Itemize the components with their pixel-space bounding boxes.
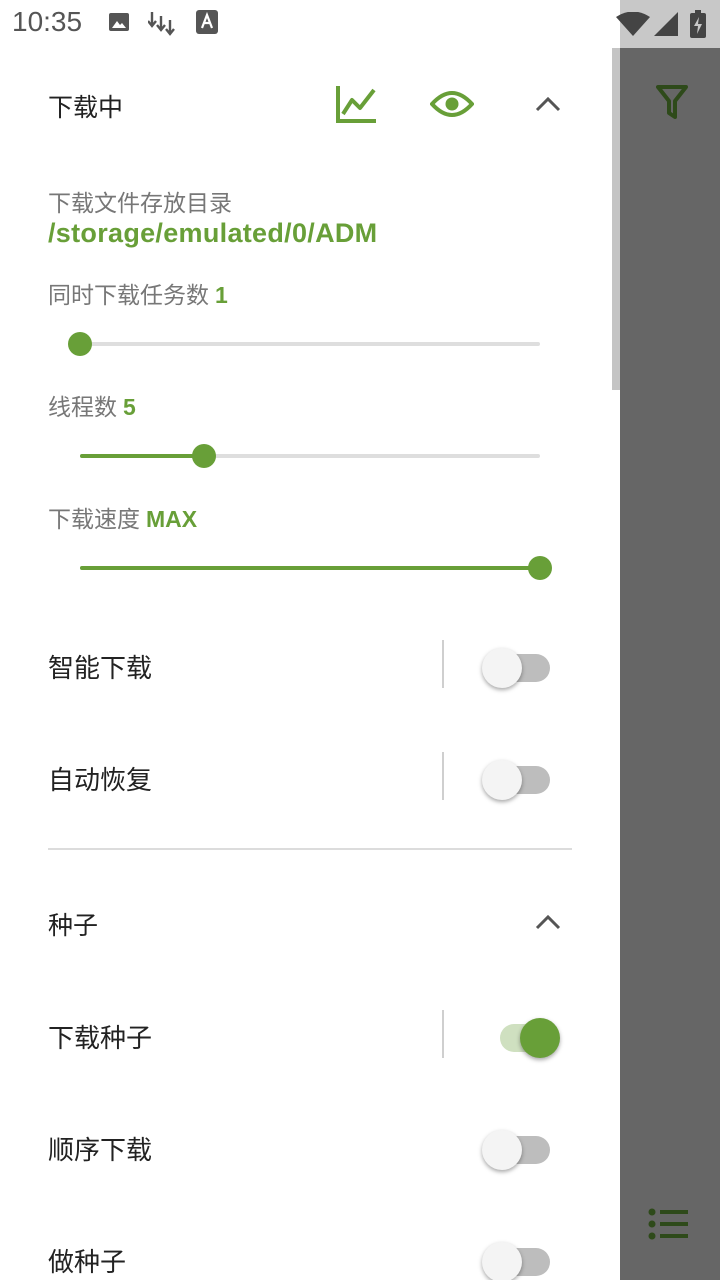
wifi-icon [616,12,650,36]
settings-drawer: 下载中 下载文件存放目录 /storage/emulated/0/ADM 同时下… [0,48,620,1280]
status-bar: 10:35 [0,0,720,48]
sequential-download-switch[interactable] [482,1124,552,1170]
slider-fill [80,566,540,570]
battery-icon [690,10,706,38]
threads-text: 线程数 [48,395,117,421]
chart-icon[interactable] [335,84,377,124]
speed-text: 下载速度 [48,507,140,533]
slider-thumb[interactable] [68,332,92,356]
section-title-torrent: 种子 [48,911,99,940]
seeding-switch[interactable] [482,1236,552,1280]
switch-thumb [520,1018,560,1058]
list-icon[interactable] [648,1208,688,1240]
section-title-downloading: 下载中 [48,93,124,122]
threads-label: 线程数 5 [48,388,136,422]
switch-thumb [482,760,522,800]
speed-slider[interactable] [80,556,552,580]
auto-resume-switch[interactable] [482,754,552,800]
image-notification-icon [109,13,129,31]
slider-fill [80,454,204,458]
concurrent-tasks-label: 同时下载任务数 1 [48,276,228,310]
threads-value: 5 [123,394,136,420]
cell-signal-icon [654,12,678,36]
sequential-download-label: 顺序下载 [48,1136,153,1166]
status-time: 10:35 [12,6,83,37]
directory-path[interactable]: /storage/emulated/0/ADM [48,218,377,249]
smart-download-switch[interactable] [482,642,552,688]
divider [442,752,444,800]
download-notification-icon [148,12,175,36]
app-notification-icon [196,10,218,34]
switch-thumb [482,648,522,688]
speed-label: 下载速度 MAX [48,500,197,534]
slider-thumb[interactable] [192,444,216,468]
speed-value: MAX [146,506,198,532]
seeding-label: 做种子 [48,1248,127,1278]
threads-slider[interactable] [80,444,540,468]
concurrent-tasks-slider[interactable] [68,332,540,356]
chevron-up-icon[interactable] [535,96,561,112]
slider-thumb[interactable] [528,556,552,580]
smart-download-label: 智能下载 [48,654,153,684]
download-torrents-switch[interactable] [486,1012,560,1058]
chevron-up-icon[interactable] [535,914,561,930]
switch-thumb [482,1130,522,1170]
download-torrents-label: 下载种子 [48,1024,153,1054]
divider [442,640,444,688]
directory-label: 下载文件存放目录 [48,191,232,217]
scrollbar[interactable] [612,48,620,390]
concurrent-tasks-value: 1 [215,282,228,308]
divider [442,1010,444,1058]
drawer-scrim[interactable] [620,48,720,1280]
concurrent-tasks-text: 同时下载任务数 [48,283,209,309]
auto-resume-label: 自动恢复 [48,766,153,796]
switch-thumb [482,1242,522,1280]
section-divider [48,848,572,850]
eye-icon[interactable] [430,88,474,120]
filter-icon[interactable] [656,84,688,120]
